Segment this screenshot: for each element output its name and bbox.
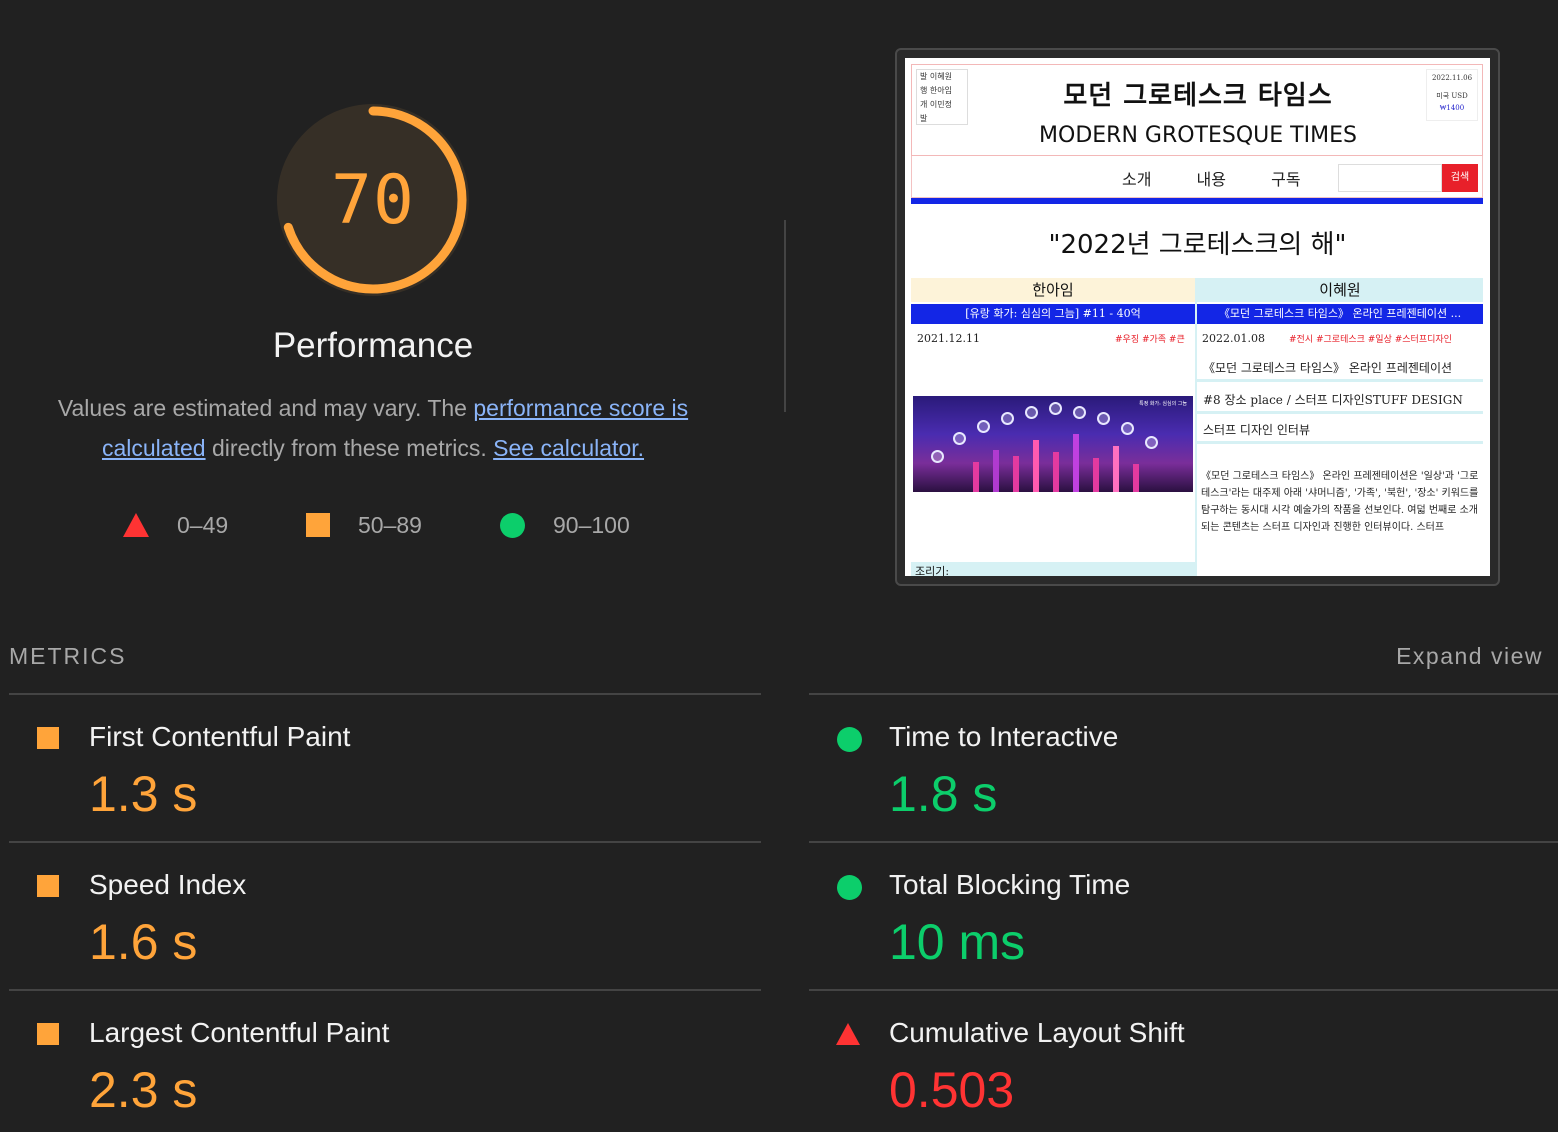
metric-cumulative-layout-shift[interactable]: Cumulative Layout Shift 0.503 xyxy=(809,989,1558,1132)
fail-triangle-icon xyxy=(836,1023,860,1045)
moon-shape xyxy=(1025,406,1038,419)
metric-name: Largest Contentful Paint xyxy=(89,1017,390,1048)
gauge-title: Performance xyxy=(272,326,474,365)
metric-value: 2.3 s xyxy=(89,1062,198,1118)
expand-view-toggle[interactable]: Expand view xyxy=(1396,643,1543,670)
building-shape xyxy=(1133,464,1139,492)
preview-staff-text: 발 xyxy=(920,114,928,123)
triangle-icon xyxy=(123,513,149,537)
lighthouse-report: 70 Performance Values are estimated and … xyxy=(0,0,1558,1132)
preview-date-right: 2022.01.08 xyxy=(1202,332,1265,345)
preview-artwork-image: 특정 화가: 심심의 그늠 xyxy=(913,396,1193,492)
preview-currency-label: 미국 USD xyxy=(1436,92,1468,100)
preview-search-button: 검색 xyxy=(1442,164,1478,192)
preview-tags-left: #우징 #가족 #큰 xyxy=(1115,335,1185,345)
preview-article-bar-left: [유랑 화가: 심심의 그늠] #11 - 40억 xyxy=(911,304,1195,324)
metric-name: Total Blocking Time xyxy=(889,869,1131,900)
moon-shape xyxy=(1073,406,1086,419)
pass-circle-icon xyxy=(837,727,862,752)
preview-column-head-left: 한아임 xyxy=(911,278,1195,302)
metrics-column-right: Time to Interactive 1.8 s Total Blocking… xyxy=(809,693,1558,1132)
preview-masthead: 발 이혜원 행 한아임 개 이민정 발 모던 그로테스크 타임스 MODERN … xyxy=(911,64,1483,156)
preview-article-bar-right: 《모던 그로테스크 타임스》 온라인 프레젠테이션 ... xyxy=(1197,304,1483,324)
metric-value: 10 ms xyxy=(889,914,1026,970)
preview-korean-title: 모던 그로테스크 타임스 xyxy=(1063,81,1333,111)
preview-list-item: #8 장소 place / 스터프 디자인STUFF DESIGN xyxy=(1197,388,1483,414)
building-shape xyxy=(1033,440,1039,492)
preview-list-item: 《모던 그로테스크 타임스》 온라인 프레젠테이션 xyxy=(1197,356,1483,382)
legend-label: 90–100 xyxy=(553,511,630,538)
preview-column-head-right: 이혜원 xyxy=(1197,278,1483,302)
metric-largest-contentful-paint[interactable]: Largest Contentful Paint 2.3 s xyxy=(9,989,761,1132)
preview-nav-item: 내용 xyxy=(1196,170,1226,189)
preview-list-item: 스터프 디자인 인터뷰 xyxy=(1197,418,1483,444)
moon-shape xyxy=(1121,422,1134,435)
preview-artwork-caption: 특정 화가: 심심의 그늠 xyxy=(1139,401,1187,407)
final-screenshot[interactable]: 발 이혜원 행 한아임 개 이민정 발 모던 그로테스크 타임스 MODERN … xyxy=(905,58,1490,576)
preview-nav: 소개 내용 구독 검색 xyxy=(911,156,1483,198)
building-shape xyxy=(1093,458,1099,492)
preview-body-text: 《모던 그로테스크 타임스》 온라인 프레젠테이션은 '일상'과 '그로테스크'… xyxy=(1201,471,1479,533)
moon-shape xyxy=(1049,402,1062,415)
metric-value: 0.503 xyxy=(889,1062,1015,1118)
description-text-middle: directly from these metrics. xyxy=(205,435,494,461)
moon-shape xyxy=(931,450,944,463)
square-icon xyxy=(306,513,330,537)
preview-nav-item: 구독 xyxy=(1271,170,1301,189)
preview-tags-right: #전시 #그로테스크 #일상 #스터프디자인 xyxy=(1289,335,1452,345)
score-scale-legend: 0–49 50–89 90–100 xyxy=(0,505,746,545)
legend-label: 50–89 xyxy=(358,511,422,538)
metric-name: Speed Index xyxy=(89,869,247,900)
preview-english-title: MODERN GROTESQUE TIMES xyxy=(1039,123,1357,148)
metric-name: Cumulative Layout Shift xyxy=(889,1017,1185,1048)
circle-icon xyxy=(500,512,525,538)
building-shape xyxy=(1073,434,1079,492)
metrics-column-left: First Contentful Paint 1.3 s Speed Index… xyxy=(9,693,761,1132)
performance-score-gauge[interactable]: 70 xyxy=(273,100,473,300)
preview-date-box: 2022.11.06 미국 USD ₩1400 xyxy=(1426,69,1478,121)
legend-item-average: 50–89 xyxy=(306,505,422,545)
average-square-icon xyxy=(37,727,59,749)
metric-value: 1.3 s xyxy=(89,766,198,822)
preview-search-input xyxy=(1338,164,1442,192)
building-shape xyxy=(993,450,999,492)
metric-value: 1.8 s xyxy=(889,766,998,822)
building-shape xyxy=(973,462,979,492)
metric-value: 1.6 s xyxy=(89,914,198,970)
building-shape xyxy=(1113,446,1119,492)
moon-shape xyxy=(1001,412,1014,425)
metric-speed-index[interactable]: Speed Index 1.6 s xyxy=(9,841,761,989)
metric-first-contentful-paint[interactable]: First Contentful Paint 1.3 s xyxy=(9,693,761,841)
metric-total-blocking-time[interactable]: Total Blocking Time 10 ms xyxy=(809,841,1558,989)
preview-blue-rule xyxy=(911,198,1483,204)
moon-shape xyxy=(1097,412,1110,425)
building-shape xyxy=(1053,452,1059,492)
legend-item-fail: 0–49 xyxy=(123,505,228,545)
metric-name: Time to Interactive xyxy=(889,721,1119,752)
average-square-icon xyxy=(37,1023,59,1045)
preview-headline: "2022년 그로테스크의 해" xyxy=(1048,230,1347,260)
legend-label: 0–49 xyxy=(177,511,229,538)
performance-score-value: 70 xyxy=(331,160,415,240)
moon-shape xyxy=(1145,436,1158,449)
metrics-heading: METRICS xyxy=(9,643,127,669)
pass-circle-icon xyxy=(837,875,862,900)
metric-name: First Contentful Paint xyxy=(89,721,351,752)
vertical-divider xyxy=(784,220,786,412)
preview-currency-value: ₩1400 xyxy=(1439,104,1465,112)
see-calculator-link[interactable]: See calculator. xyxy=(493,435,644,461)
preview-date-left: 2021.12.11 xyxy=(917,332,980,345)
legend-item-pass: 90–100 xyxy=(500,505,630,545)
score-description: Values are estimated and may vary. The p… xyxy=(20,388,726,468)
moon-shape xyxy=(977,420,990,433)
preview-left-footer: 조리기: xyxy=(911,562,1195,576)
preview-date: 2022.11.06 xyxy=(1431,74,1473,82)
description-text: Values are estimated and may vary. The xyxy=(57,395,474,421)
metric-time-to-interactive[interactable]: Time to Interactive 1.8 s xyxy=(809,693,1558,841)
average-square-icon xyxy=(37,875,59,897)
preview-nav-item: 소개 xyxy=(1122,170,1152,189)
moon-shape xyxy=(953,432,966,445)
building-shape xyxy=(1013,456,1019,492)
